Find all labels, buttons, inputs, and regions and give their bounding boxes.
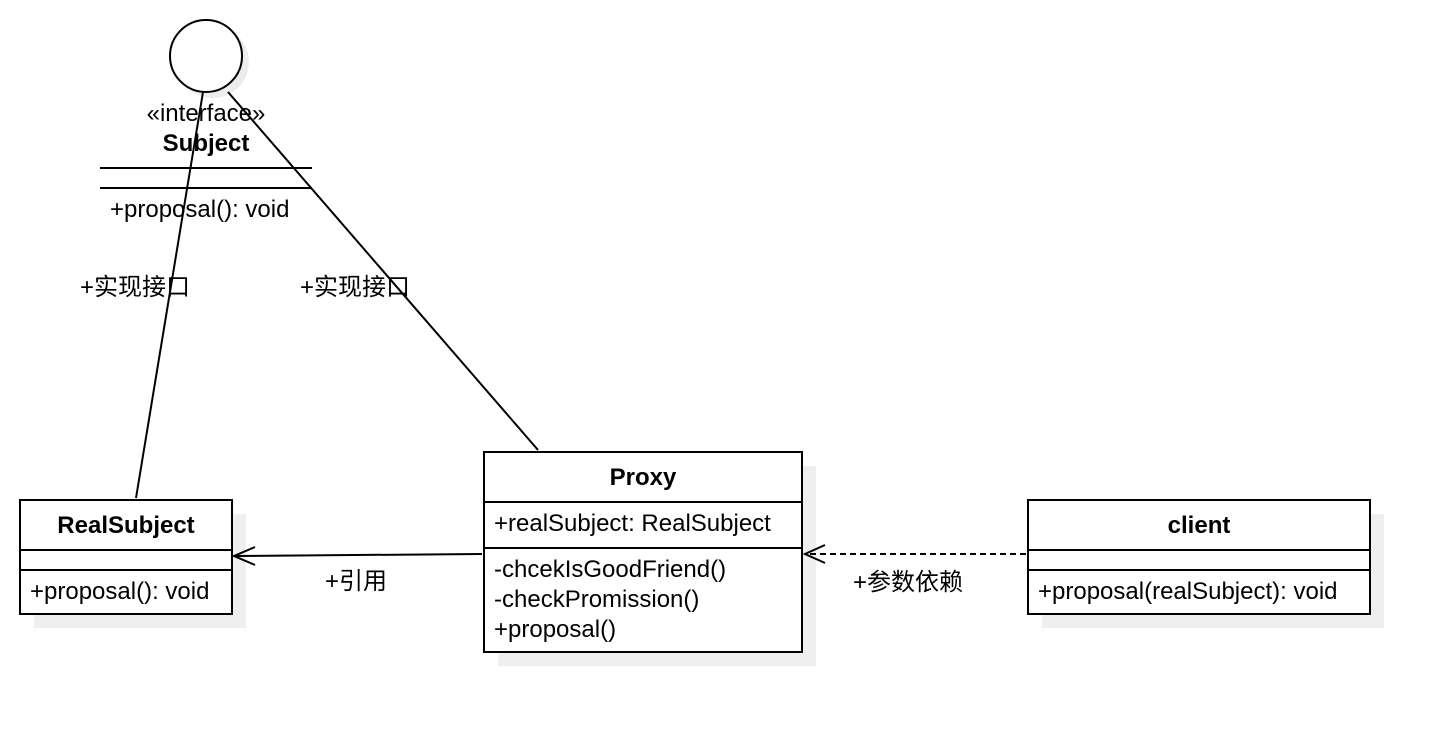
uml-class-diagram: «interface» Subject +proposal(): void +实… <box>19 19 1384 666</box>
association-arrow <box>231 546 483 566</box>
class-method: +proposal() <box>494 616 616 643</box>
class-name: client <box>1168 512 1231 539</box>
relation-label: +参数依赖 <box>853 569 963 596</box>
relation-label: +实现接口 <box>300 274 410 301</box>
class-proxy: Proxy +realSubject: RealSubject -chcekIs… <box>483 451 816 666</box>
realization-line-proxy <box>227 91 539 451</box>
class-name: Proxy <box>610 464 677 491</box>
interface-name: Subject <box>163 130 250 157</box>
relation-label: +引用 <box>325 568 387 595</box>
class-method: +proposal(): void <box>30 578 209 605</box>
class-attribute: +realSubject: RealSubject <box>494 510 771 537</box>
class-client: client +proposal(realSubject): void <box>1027 499 1384 628</box>
class-method: -chcekIsGoodFriend() <box>494 556 726 583</box>
class-method: +proposal(realSubject): void <box>1038 578 1338 605</box>
class-name: RealSubject <box>57 512 194 539</box>
relation-label: +实现接口 <box>80 274 190 301</box>
interface-lollipop-icon <box>169 19 243 93</box>
interface-method: +proposal(): void <box>110 196 289 223</box>
class-method: -checkPromission() <box>494 586 699 613</box>
dependency-arrow <box>802 544 1026 564</box>
class-realsubject: RealSubject +proposal(): void <box>19 499 246 628</box>
interface-subject: «interface» Subject +proposal(): void <box>100 19 312 223</box>
